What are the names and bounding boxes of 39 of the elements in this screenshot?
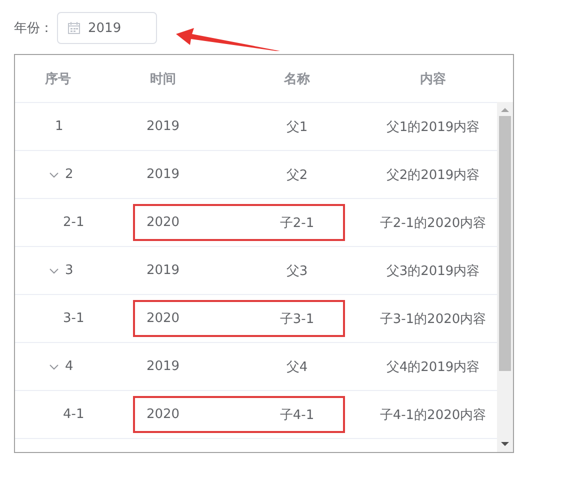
table-cell: 2020 bbox=[146, 215, 180, 230]
table-cell-text: 子4-1的2020内容 bbox=[380, 406, 486, 424]
table-cell-text: 父4的2019内容 bbox=[386, 358, 480, 376]
table-cell-text: 父3的2019内容 bbox=[386, 262, 480, 280]
year-picker[interactable]: 2019 bbox=[57, 12, 157, 44]
column-header[interactable]: 序号 bbox=[15, 70, 101, 88]
table-cell-text: 父3 bbox=[286, 262, 308, 280]
table-cell-text: 父2的2019内容 bbox=[386, 166, 480, 184]
chevron-icon[interactable] bbox=[49, 364, 59, 370]
chevron-icon[interactable] bbox=[49, 268, 59, 274]
column-header[interactable]: 时间 bbox=[101, 70, 225, 88]
table-cell: 2-1 bbox=[63, 215, 84, 230]
table-cell: 3 bbox=[65, 263, 74, 278]
table-cell-text: 父1的2019内容 bbox=[386, 118, 480, 136]
table-cell: 2019 bbox=[146, 359, 180, 374]
table-cell: 4-1 bbox=[63, 407, 84, 422]
column-header[interactable]: 名称 bbox=[225, 70, 369, 88]
table-cell: 2019 bbox=[146, 167, 180, 182]
chevron-icon[interactable] bbox=[49, 172, 59, 178]
table-cell: 2 bbox=[65, 167, 74, 182]
table-cell-text: 子2-1的2020内容 bbox=[380, 214, 486, 232]
scrollbar[interactable] bbox=[497, 102, 513, 452]
table-cell: 2020 bbox=[146, 407, 180, 422]
table-cell-text: 父2 bbox=[286, 166, 308, 184]
calendar-icon bbox=[68, 22, 80, 34]
table-cell-text: 子4-1 bbox=[280, 406, 314, 424]
column-header[interactable]: 内容 bbox=[369, 70, 497, 88]
year-label: 年份： bbox=[14, 20, 53, 37]
table-cell: 3-1 bbox=[63, 311, 84, 326]
table-cell-text: 子3-1 bbox=[280, 310, 314, 328]
table-cell: 2020 bbox=[146, 311, 180, 326]
table-cell: 2019 bbox=[146, 119, 180, 134]
table-cell-text: 父1 bbox=[286, 118, 308, 136]
table-cell: 1 bbox=[55, 119, 64, 134]
table-cell-text: 父4 bbox=[286, 358, 308, 376]
table-cell: 2019 bbox=[146, 263, 180, 278]
table-cell: 4 bbox=[65, 359, 74, 374]
table-cell-text: 子2-1 bbox=[280, 214, 314, 232]
table-cell-text: 子3-1的2020内容 bbox=[380, 310, 486, 328]
